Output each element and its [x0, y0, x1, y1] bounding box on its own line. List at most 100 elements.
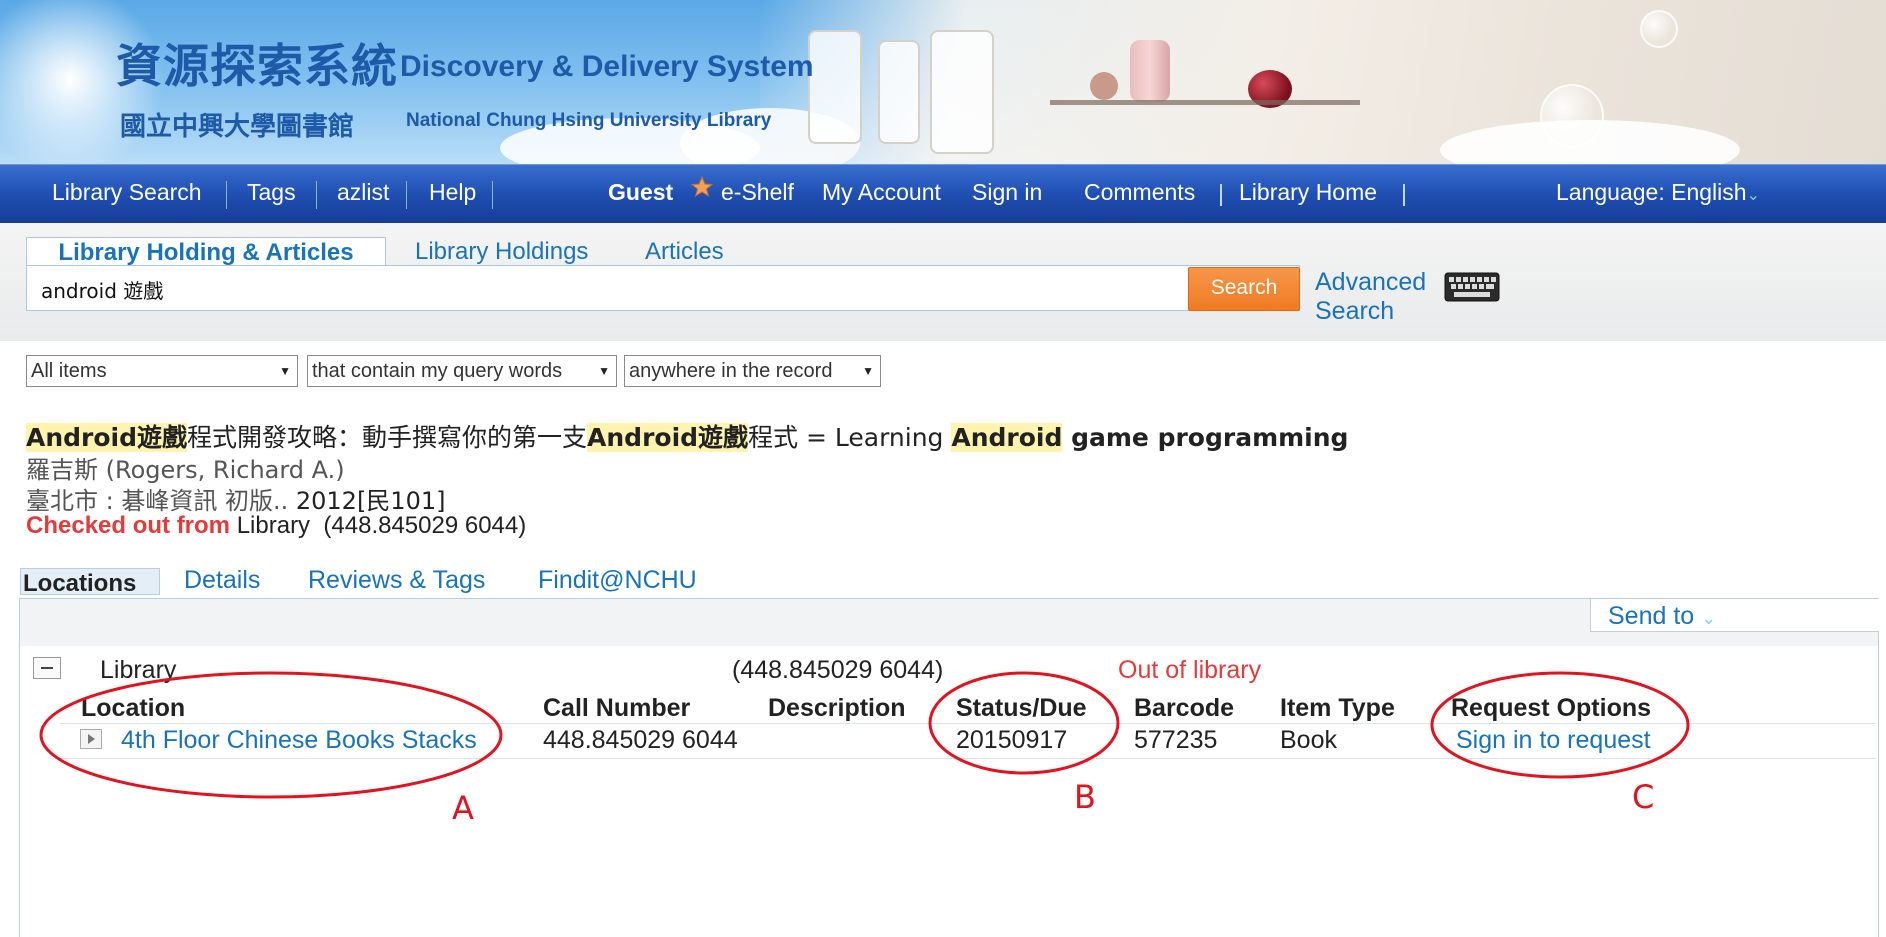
annotation-label-a: A	[452, 789, 474, 827]
holding-status: Out of library	[1118, 656, 1262, 684]
nav-divider	[226, 181, 227, 209]
annotation-label-c: C	[1632, 778, 1655, 816]
availability-call-number: (448.845029 6044)	[323, 512, 527, 539]
item-status-due: 20150917	[956, 726, 1068, 754]
tab-details[interactable]: Details	[184, 566, 260, 595]
col-header-description: Description	[768, 694, 906, 722]
send-to-label: Send to	[1608, 602, 1695, 630]
sign-in-to-request-link[interactable]: Sign in to request	[1456, 726, 1651, 755]
nav-eshelf[interactable]: e-Shelf	[721, 179, 794, 206]
search-box	[26, 265, 1300, 312]
title-segment: game programming	[1062, 423, 1349, 452]
nav-tags[interactable]: Tags	[247, 179, 296, 206]
advanced-search-link-line2[interactable]: Search	[1315, 297, 1394, 326]
nav-divider	[492, 181, 493, 209]
title-highlight: Android遊戲	[26, 423, 188, 452]
row-divider	[60, 758, 1876, 759]
logo-org-en: National Chung Hsing University Library	[406, 110, 772, 131]
logo-title-en: Discovery & Delivery System	[400, 50, 814, 83]
chevron-down-icon: ⌄	[1746, 187, 1760, 204]
scope-select-value: All items	[31, 360, 107, 382]
item-type: Book	[1280, 726, 1337, 754]
field-select[interactable]: anywhere in the record ▼	[624, 355, 881, 387]
advanced-search-link-line1[interactable]: Advanced	[1315, 268, 1426, 297]
bubble-decoration	[1540, 84, 1604, 148]
tab-library-holding-articles[interactable]: Library Holding & Articles	[26, 237, 386, 268]
title-highlight: Android	[951, 423, 1063, 452]
nav-help[interactable]: Help	[429, 179, 476, 206]
title-segment: 程式開發攻略：動手撰寫你的第一支	[187, 423, 588, 452]
chevron-down-icon: ⌄	[1701, 608, 1717, 628]
annotation-label-b: B	[1074, 778, 1096, 816]
col-header-call-number: Call Number	[543, 694, 691, 722]
wall-niche-decoration	[808, 30, 862, 144]
keyboard-icon[interactable]	[1444, 272, 1500, 302]
tab-articles[interactable]: Articles	[645, 237, 724, 267]
match-select-value: that contain my query words	[312, 360, 563, 382]
language-selector[interactable]: Language: English⌄	[1556, 179, 1760, 206]
result-title[interactable]: Android遊戲程式開發攻略：動手撰寫你的第一支Android遊戲程式 = L…	[26, 418, 1348, 454]
col-header-item-type: Item Type	[1280, 694, 1395, 722]
item-call-number: 448.845029 6044	[543, 726, 738, 754]
tab-findit[interactable]: Findit@NCHU	[538, 566, 697, 595]
bubble-decoration	[1640, 10, 1678, 48]
col-header-request-options: Request Options	[1451, 694, 1652, 722]
dropdown-arrow-icon: ▼	[598, 364, 610, 378]
field-select-value: anywhere in the record	[629, 360, 833, 382]
dropdown-arrow-icon: ▼	[862, 364, 874, 378]
nav-comments[interactable]: Comments	[1084, 179, 1195, 206]
nav-divider	[406, 181, 407, 209]
scope-select[interactable]: All items ▼	[26, 355, 298, 387]
shelf-decoration	[1050, 100, 1360, 105]
publisher-text: 臺北市 : 碁峰資訊 初版..	[26, 487, 296, 515]
nav-library-home[interactable]: Library Home	[1239, 179, 1377, 206]
locations-panel	[19, 598, 1879, 937]
language-label: Language: English	[1556, 179, 1747, 205]
col-header-barcode: Barcode	[1134, 694, 1235, 722]
tab-reviews-tags[interactable]: Reviews & Tags	[308, 566, 485, 595]
nav-my-account[interactable]: My Account	[822, 179, 941, 206]
nav-azlist[interactable]: azlist	[337, 179, 389, 206]
vase-decoration	[1130, 40, 1170, 102]
publish-year: 2012[民101]	[295, 487, 446, 515]
main-nav-bar: Library Search Tags azlist Help Guest e-…	[0, 164, 1886, 224]
holding-call-number: (448.845029 6044)	[732, 656, 944, 684]
wall-niche-decoration	[878, 40, 920, 144]
item-barcode: 577235	[1134, 726, 1218, 754]
match-select[interactable]: that contain my query words ▼	[307, 355, 617, 387]
nav-library-search[interactable]: Library Search	[52, 179, 202, 206]
eshelf-star-icon[interactable]	[690, 175, 714, 205]
author-en: (Rogers, Richard A.)	[98, 456, 345, 484]
result-publisher: 臺北市 : 碁峰資訊 初版.. 2012[民101]	[26, 481, 445, 516]
collapse-toggle[interactable]	[33, 657, 61, 679]
col-header-location: Location	[81, 694, 186, 722]
author-zh: 羅吉斯	[26, 456, 98, 484]
logo-org-zh: 國立中興大學圖書館	[120, 111, 355, 141]
header-banner: 資源探索系統 Discovery & Delivery System 國立中興大…	[0, 0, 1886, 164]
dropdown-arrow-icon: ▼	[279, 364, 291, 378]
tab-library-holdings[interactable]: Library Holdings	[415, 237, 588, 267]
row-divider	[60, 723, 1876, 724]
title-highlight: Android遊戲	[587, 423, 749, 452]
checked-out-label: Checked out from	[26, 512, 231, 539]
col-header-status-due: Status/Due	[956, 694, 1087, 722]
item-location-link[interactable]: 4th Floor Chinese Books Stacks	[121, 726, 477, 755]
availability-location: Library	[230, 512, 311, 539]
send-to-menu[interactable]: Send to ⌄	[1608, 602, 1716, 631]
nav-divider	[316, 181, 317, 209]
nav-separator: |	[1401, 180, 1407, 206]
vase-decoration	[1090, 72, 1118, 100]
tab-locations[interactable]: Locations	[20, 568, 160, 597]
expand-row-icon[interactable]	[80, 729, 102, 749]
nav-sign-in[interactable]: Sign in	[972, 179, 1042, 206]
search-button[interactable]: Search	[1188, 267, 1300, 311]
result-author: 羅吉斯 (Rogers, Richard A.)	[26, 450, 345, 485]
nav-separator: |	[1218, 180, 1224, 206]
holding-library: Library	[100, 656, 177, 684]
wall-niche-decoration	[930, 30, 994, 154]
result-availability: Checked out from Library (448.845029 604…	[26, 512, 526, 540]
search-input[interactable]	[39, 266, 1193, 312]
guest-label: Guest	[608, 179, 674, 205]
title-segment: 程式 = Learning	[748, 423, 952, 452]
logo-title-zh: 資源探索系統	[116, 39, 398, 93]
